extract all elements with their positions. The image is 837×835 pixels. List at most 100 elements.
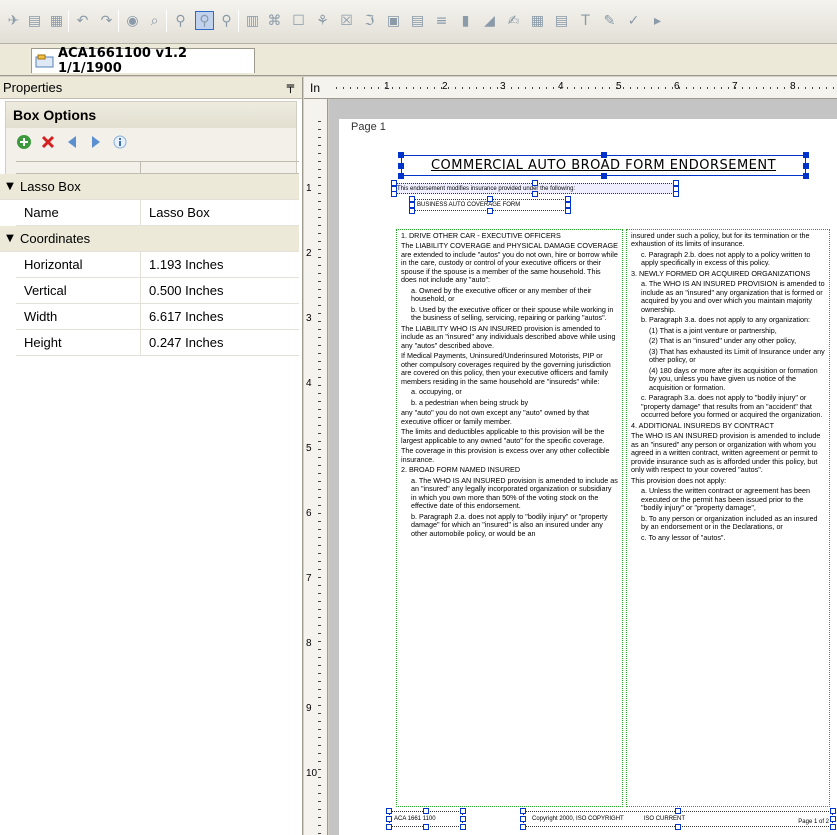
coordinates-category[interactable]: ▼ Coordinates (0, 226, 299, 252)
document-tab-label: ACA1661100 v1.2 1/1/1900 (58, 46, 188, 76)
resize-handle[interactable] (830, 816, 836, 822)
help-icon[interactable]: ◉ (123, 11, 142, 30)
barcode-icon[interactable]: ▥ (243, 11, 262, 30)
resize-handle[interactable] (830, 824, 836, 830)
collapse-icon[interactable]: ▼ (0, 226, 20, 251)
resize-handle[interactable] (600, 173, 607, 179)
image-icon[interactable]: ▣ (384, 11, 403, 30)
resize-handle[interactable] (460, 824, 466, 830)
resize-handle[interactable] (386, 816, 392, 822)
resize-handle[interactable] (423, 824, 429, 830)
ruler-tick (318, 769, 321, 770)
ruler-tick (318, 329, 321, 330)
previous-icon[interactable] (64, 134, 80, 150)
lasso-text-icon[interactable]: ⚲ (195, 11, 214, 30)
resize-handle[interactable] (532, 191, 538, 197)
ruler-tick (318, 193, 321, 194)
list-icon[interactable]: ≡ (432, 11, 451, 30)
rectangle-icon[interactable]: ☐ (289, 11, 308, 30)
paragraph: b. Used by the executive officer or thei… (411, 304, 614, 323)
export-icon[interactable]: ▸ (648, 11, 667, 30)
property-value-width[interactable]: 6.617 Inches (141, 304, 299, 329)
text-tool-icon[interactable]: T (576, 11, 595, 30)
pointer-icon[interactable]: ✈ (4, 11, 23, 30)
lasso-icon[interactable]: ⚲ (171, 11, 190, 30)
resize-handle[interactable] (398, 152, 404, 158)
new-icon[interactable]: ▤ (25, 11, 44, 30)
resize-handle[interactable] (398, 162, 404, 169)
property-row-vertical[interactable]: Vertical 0.500 Inches (16, 278, 299, 304)
info-icon[interactable] (112, 134, 128, 150)
property-row-horizontal[interactable]: Horizontal 1.193 Inches (16, 252, 299, 278)
property-value-name[interactable]: Lasso Box (141, 200, 299, 225)
resize-handle[interactable] (423, 808, 429, 814)
right-text-column[interactable]: insured under such a policy, but for its… (626, 229, 830, 807)
collapse-icon[interactable]: ▼ (0, 174, 20, 199)
ruler-tick (318, 289, 321, 290)
property-value-height[interactable]: 0.247 Inches (141, 330, 299, 355)
resize-handle[interactable] (460, 816, 466, 822)
spell-icon[interactable]: ✓ (624, 11, 643, 30)
resize-handle[interactable] (520, 824, 526, 830)
property-value-horizontal[interactable]: 1.193 Inches (141, 252, 299, 277)
design-canvas[interactable]: Page 1 COMMERCIAL AUTO BROAD FORM ENDORS… (329, 99, 837, 835)
ruler-tick (679, 87, 680, 89)
resize-handle[interactable] (803, 162, 809, 169)
resize-handle[interactable] (565, 208, 571, 214)
resize-handle[interactable] (803, 152, 809, 158)
resize-handle[interactable] (673, 191, 679, 197)
resize-handle[interactable] (398, 173, 404, 179)
ruler-tick (318, 721, 321, 722)
lasso-check-icon[interactable]: ⚲ (217, 11, 236, 30)
resize-handle[interactable] (487, 196, 493, 202)
resize-handle[interactable] (460, 808, 466, 814)
resize-handle[interactable] (391, 191, 397, 197)
left-text-column[interactable]: 1. DRIVE OTHER CAR - EXECUTIVE OFFICERS T… (396, 229, 623, 807)
resize-handle[interactable] (830, 808, 836, 814)
table-icon[interactable]: ▤ (408, 11, 427, 30)
delete-icon[interactable] (40, 134, 56, 150)
resize-handle[interactable] (600, 152, 607, 158)
resize-handle[interactable] (532, 180, 538, 186)
undo-icon[interactable]: ↶ (73, 11, 92, 30)
ruler-tick (318, 793, 321, 794)
zoom-icon[interactable]: ⌕ (145, 11, 164, 30)
resize-handle[interactable] (520, 816, 526, 822)
freeform-icon[interactable]: ⌘ (265, 11, 284, 30)
checkbox-icon[interactable]: ☒ (337, 11, 356, 30)
doc-icon[interactable]: ▤ (552, 11, 571, 30)
calendar-icon[interactable]: ▦ (528, 11, 547, 30)
ruler-tick (318, 177, 321, 178)
property-row-height[interactable]: Height 0.247 Inches (16, 330, 299, 356)
resize-handle[interactable] (487, 208, 493, 214)
resize-handle[interactable] (675, 824, 681, 830)
shapes-icon[interactable]: ⚘ (313, 11, 332, 30)
resize-handle[interactable] (803, 173, 809, 179)
add-icon[interactable] (16, 134, 32, 150)
document-tab-bar: ACA1661100 v1.2 1/1/1900 (0, 44, 837, 76)
next-icon[interactable] (88, 134, 104, 150)
resize-handle[interactable] (409, 208, 415, 214)
ruler-tick (318, 665, 321, 666)
paragraph: a. occupying, or (411, 387, 462, 397)
redo-icon[interactable]: ↷ (97, 11, 116, 30)
resize-handle[interactable] (520, 808, 526, 814)
resize-handle[interactable] (386, 808, 392, 814)
ruler-tick (318, 809, 321, 810)
document-tab[interactable]: ACA1661100 v1.2 1/1/1900 (31, 46, 255, 76)
property-row-width[interactable]: Width 6.617 Inches (16, 304, 299, 330)
lasso-box-category[interactable]: ▼ Lasso Box (0, 174, 299, 200)
property-value-vertical[interactable]: 0.500 Inches (141, 278, 299, 303)
resize-handle[interactable] (386, 824, 392, 830)
property-row-name[interactable]: Name Lasso Box (16, 200, 299, 226)
paragraph: (4) 180 days or more after its acquisiti… (649, 365, 818, 392)
signature-icon[interactable]: ✍ (504, 11, 523, 30)
page-icon[interactable]: ▮ (456, 11, 475, 30)
text-icon[interactable]: ℑ (360, 11, 379, 30)
copy-icon[interactable]: ▦ (47, 11, 66, 30)
pin-icon[interactable]: ╤ (287, 79, 294, 93)
ruler-tick (318, 169, 321, 170)
edit-icon[interactable]: ✎ (600, 11, 619, 30)
resize-handle[interactable] (675, 808, 681, 814)
line-icon[interactable]: ◢ (480, 11, 499, 30)
